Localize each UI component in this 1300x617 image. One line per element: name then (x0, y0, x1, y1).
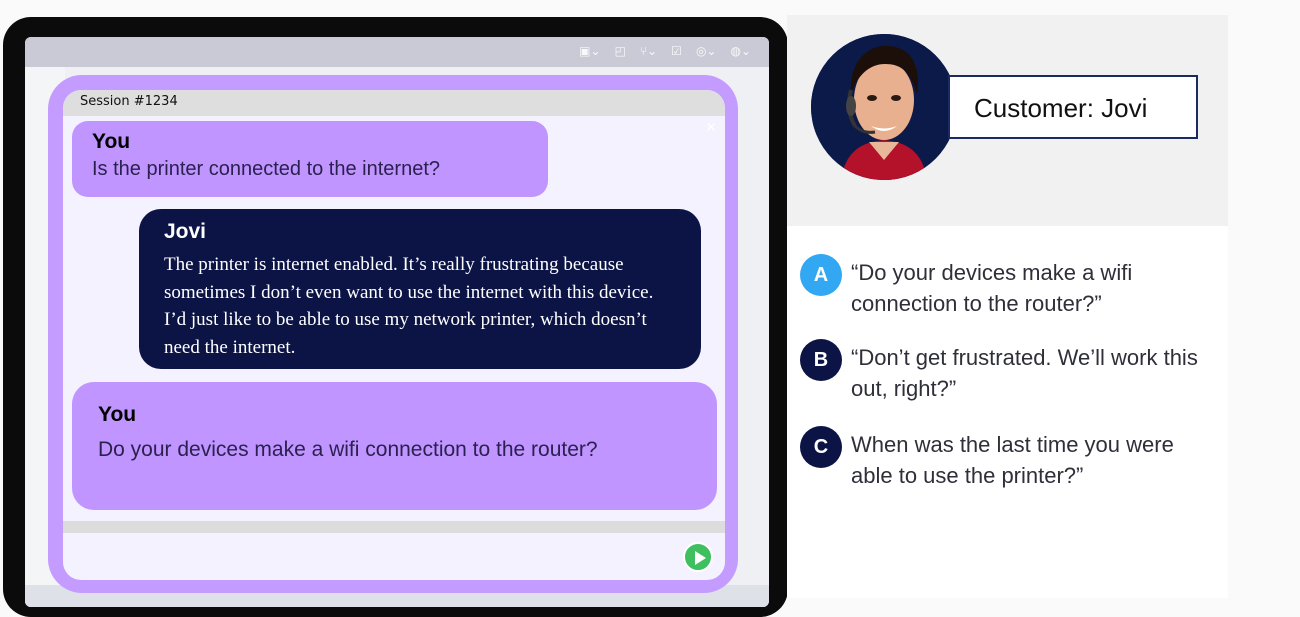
message-sender: You (98, 403, 137, 426)
message-you-2: You Do your devices make a wifi connecti… (72, 382, 717, 510)
toolbar-icon-3[interactable]: ⑂⌄ (640, 44, 657, 58)
message-text: Do your devices make a wifi connection t… (98, 438, 598, 461)
option-b[interactable]: B “Don’t get frustrated. We’ll work this… (800, 339, 1220, 409)
message-you-1: You Is the printer connected to the inte… (72, 121, 548, 197)
session-label: Session #1234 (80, 94, 178, 109)
headset-avatar (811, 34, 957, 180)
message-input-divider (63, 521, 725, 533)
option-text-a: “Do your devices make a wifi connection … (851, 260, 1133, 316)
send-icon[interactable] (683, 542, 713, 572)
option-text-b: “Don’t get frustrated. We’ll work this o… (851, 345, 1198, 401)
toolbar-icon-5[interactable]: ◎⌄ (696, 44, 717, 58)
toolbar-icon-1[interactable]: ▣⌄ (579, 44, 600, 58)
chat-panel: Session #1234 ✕ You Is the printer conne… (63, 90, 725, 580)
message-text: The printer is internet enabled. It’s re… (164, 254, 654, 358)
close-icon[interactable]: ✕ (705, 120, 717, 136)
toolbar-icon-2[interactable]: ◰ (615, 44, 626, 58)
toolbar-icon-4[interactable]: ☑ (671, 44, 682, 58)
option-text-c: When was the last time you were able to … (851, 432, 1174, 488)
option-c[interactable]: C When was the last time you were able t… (800, 426, 1220, 496)
message-sender: Jovi (164, 220, 207, 243)
customer-name: Customer: Jovi (974, 93, 1148, 123)
message-sender: You (92, 130, 131, 153)
message-text: Is the printer connected to the internet… (92, 158, 440, 180)
chat-window: Session #1234 ✕ You Is the printer conne… (48, 75, 738, 593)
app-toolbar: ▣⌄ ◰ ⑂⌄ ☑ ◎⌄ ◍⌄ (25, 37, 769, 67)
option-badge-c: C (800, 426, 842, 468)
toolbar-icons: ▣⌄ ◰ ⑂⌄ ☑ ◎⌄ ◍⌄ (579, 44, 751, 58)
customer-avatar (811, 34, 957, 180)
option-a[interactable]: A “Do your devices make a wifi connectio… (800, 254, 1220, 324)
option-badge-b: B (800, 339, 842, 381)
option-badge-a: A (800, 254, 842, 296)
toolbar-icon-6[interactable]: ◍⌄ (730, 44, 751, 58)
message-jovi: Jovi The printer is internet enabled. It… (139, 209, 701, 369)
customer-name-box: Customer: Jovi (948, 75, 1198, 139)
session-header: Session #1234 (63, 90, 725, 116)
